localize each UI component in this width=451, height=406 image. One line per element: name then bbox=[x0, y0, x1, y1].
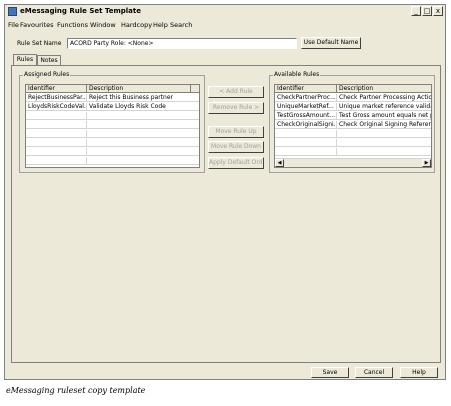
minimize-button[interactable]: _ bbox=[411, 6, 421, 16]
assigned-table-header: Identifier Description bbox=[26, 85, 199, 93]
available-row-description: Check Original Signing Reference bbox=[339, 121, 432, 128]
menu-help[interactable]: Help bbox=[153, 21, 168, 29]
table-row-empty bbox=[26, 130, 199, 138]
app-icon bbox=[8, 7, 17, 16]
menu-functions[interactable]: Functions bbox=[57, 21, 88, 29]
available-rules-title: Available Rules bbox=[273, 71, 321, 78]
scroll-left-icon[interactable]: ◀ bbox=[275, 159, 284, 167]
table-row-empty bbox=[26, 112, 199, 120]
menu-hardcopy[interactable]: Hardcopy bbox=[121, 21, 152, 29]
assigned-col-identifier[interactable]: Identifier bbox=[26, 85, 87, 93]
available-row-identifier: TestGrossAmount... bbox=[277, 112, 337, 120]
apply-default-order-button[interactable]: Apply Default Order bbox=[208, 157, 264, 169]
cancel-button[interactable]: Cancel bbox=[355, 367, 393, 378]
assigned-row-identifier: LloydsRiskCodeVal... bbox=[28, 103, 87, 111]
table-row-empty bbox=[26, 121, 199, 129]
available-table-header: Identifier Description bbox=[275, 85, 431, 93]
available-row-description: Unique market reference validation bbox=[337, 103, 431, 111]
save-button[interactable]: Save bbox=[311, 367, 349, 378]
assigned-rules-title: Assigned Rules bbox=[23, 71, 71, 78]
menu-favourites[interactable]: Favourites bbox=[20, 21, 53, 29]
assigned-row-description: Reject this Business partner bbox=[87, 94, 199, 102]
available-rules-table[interactable]: Identifier Description CheckPartnerProc.… bbox=[274, 84, 432, 168]
scroll-right-icon[interactable]: ▶ bbox=[422, 159, 431, 167]
table-row[interactable]: CheckOriginalSigni... Check Original Sig… bbox=[275, 121, 432, 129]
table-row-empty bbox=[26, 157, 199, 165]
available-row-description: Check Partner Processing Action bbox=[339, 94, 432, 101]
table-row-empty bbox=[26, 139, 199, 147]
table-row-empty bbox=[275, 130, 431, 138]
available-rules-group: Available Rules Identifier Description C… bbox=[269, 71, 435, 173]
help-button[interactable]: Help bbox=[400, 367, 438, 378]
assigned-rules-table[interactable]: Identifier Description RejectBusinessPar… bbox=[25, 84, 200, 168]
close-button[interactable]: x bbox=[433, 6, 443, 16]
menu-file[interactable]: File bbox=[8, 21, 19, 29]
tab-notes[interactable]: Notes bbox=[37, 55, 61, 65]
table-row[interactable]: LloydsRiskCodeVal... Validate Lloyds Ris… bbox=[26, 103, 199, 111]
use-default-name-button[interactable]: Use Default Name bbox=[301, 37, 361, 49]
menu-window[interactable]: Window bbox=[90, 21, 116, 29]
tab-rules[interactable]: Rules bbox=[13, 54, 37, 65]
available-horizontal-scrollbar[interactable]: ◀ ▶ bbox=[275, 158, 431, 167]
rule-set-name-label: Rule Set Name bbox=[17, 40, 62, 47]
available-row-identifier: CheckPartnerProc... bbox=[277, 94, 337, 102]
menu-search[interactable]: Search bbox=[170, 21, 192, 29]
maximize-button[interactable]: □ bbox=[422, 6, 432, 16]
add-rule-button[interactable]: < Add Rule bbox=[208, 86, 264, 98]
table-row-empty bbox=[275, 148, 431, 156]
table-row[interactable]: CheckPartnerProc... Check Partner Proces… bbox=[275, 94, 432, 102]
assigned-row-description: Validate Lloyds Risk Code bbox=[87, 103, 199, 111]
menu-bar: File Favourites Functions Window Hardcop… bbox=[5, 20, 445, 31]
assigned-col-description[interactable]: Description bbox=[87, 85, 191, 93]
rule-set-window: eMessaging Rule Set Template _ □ x File … bbox=[4, 4, 446, 380]
table-row-empty bbox=[275, 139, 431, 147]
move-rule-up-button[interactable]: Move Rule Up bbox=[208, 126, 264, 138]
move-rule-down-button[interactable]: Move Rule Down bbox=[208, 141, 264, 153]
table-row[interactable]: UniqueMarketRef... Unique market referen… bbox=[275, 103, 431, 111]
remove-rule-button[interactable]: Remove Rule > bbox=[208, 102, 264, 114]
available-row-identifier: UniqueMarketRef... bbox=[275, 103, 337, 111]
rules-panel: Assigned Rules Identifier Description Re… bbox=[11, 65, 441, 363]
window-title: eMessaging Rule Set Template bbox=[20, 7, 142, 15]
title-bar: eMessaging Rule Set Template _ □ x bbox=[5, 5, 445, 18]
assigned-col-spacer bbox=[191, 85, 199, 93]
assigned-row-identifier: RejectBusinessPar... bbox=[28, 94, 87, 102]
table-row-empty bbox=[26, 148, 199, 156]
table-row[interactable]: RejectBusinessPar... Reject this Busines… bbox=[26, 94, 199, 102]
table-row[interactable]: TestGrossAmount... Test Gross amount equ… bbox=[275, 112, 431, 120]
available-col-identifier[interactable]: Identifier bbox=[275, 85, 337, 93]
available-col-description[interactable]: Description bbox=[337, 85, 431, 93]
rule-set-name-field[interactable]: ACORD Party Role: <None> bbox=[67, 38, 297, 49]
assigned-rules-group: Assigned Rules Identifier Description Re… bbox=[19, 71, 205, 173]
figure-caption: eMessaging ruleset copy template bbox=[6, 386, 146, 395]
available-row-description: Test Gross amount equals net pre... bbox=[337, 112, 431, 120]
available-row-identifier: CheckOriginalSigni... bbox=[277, 121, 337, 129]
